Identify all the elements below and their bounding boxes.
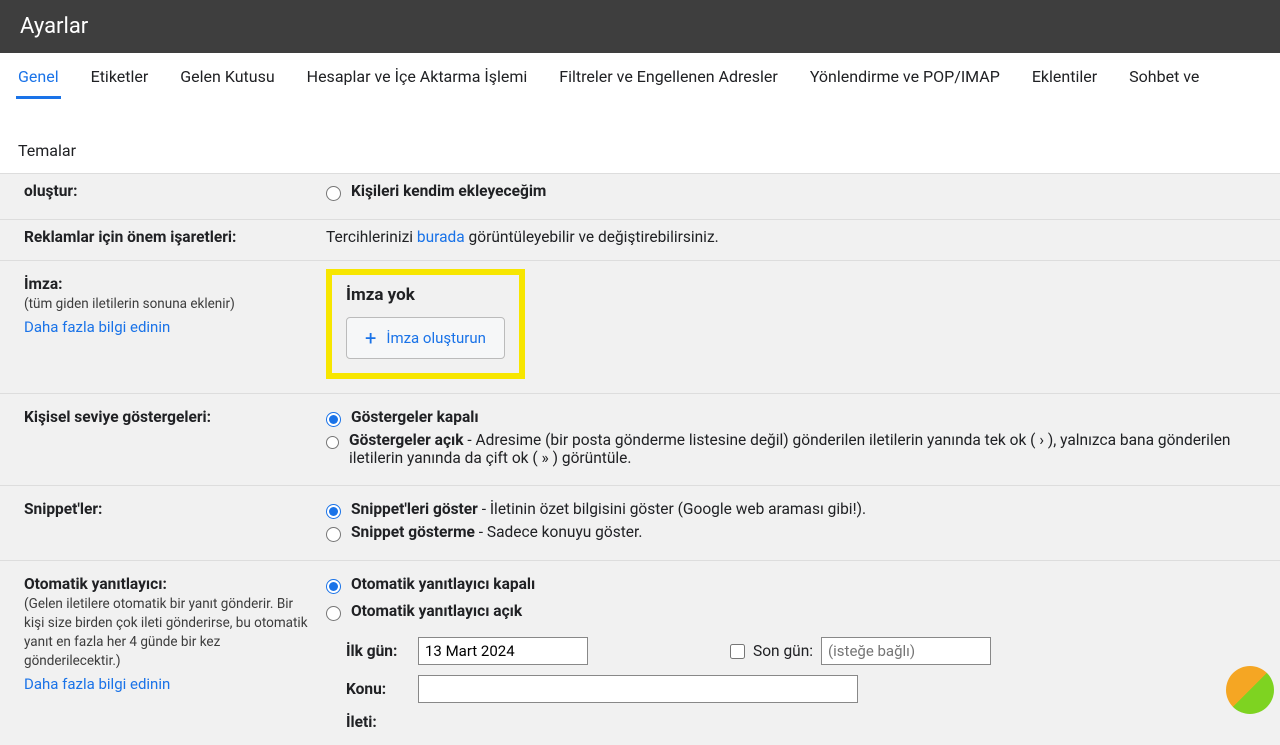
tab-genel[interactable]: Genel (16, 53, 61, 99)
radio-indicators-on-label: Göstergeler açık - Adresime (bir posta g… (349, 431, 1256, 467)
ads-text-prefix: Tercihlerinizi (326, 228, 417, 246)
row-autoresponder: Otomatik yanıtlayıcı: (Gelen iletilere o… (0, 561, 1280, 745)
radio-autoresponder-on[interactable] (326, 606, 341, 621)
radio-autoresponder-off-label: Otomatik yanıtlayıcı kapalı (351, 575, 535, 593)
tabs-bar: Genel Etiketler Gelen Kutusu Hesaplar ve… (0, 53, 1280, 174)
radio-indicators-off[interactable] (326, 412, 341, 427)
radio-autoresponder-off[interactable] (326, 579, 341, 594)
message-label: İleti: (346, 713, 406, 731)
signature-none-text: İmza yok (346, 285, 505, 305)
tab-sohbet[interactable]: Sohbet ve (1127, 53, 1201, 99)
subject-label: Konu: (346, 680, 406, 698)
ads-text-suffix: görüntüleyebilir ve değiştirebilirsiniz. (465, 228, 719, 246)
radio-contacts-manual-label: Kişileri kendim ekleyeceğim (351, 182, 546, 200)
tab-gelen-kutusu[interactable]: Gelen Kutusu (178, 53, 276, 99)
overlay-badge-icon (1226, 666, 1274, 714)
row-snippets: Snippet'ler: Snippet'leri göster - İleti… (0, 486, 1280, 561)
subject-input[interactable] (418, 675, 858, 703)
tab-eklentiler[interactable]: Eklentiler (1030, 53, 1099, 99)
radio-snippets-hide-label: Snippet gösterme - Sadece konuyu göster. (351, 523, 642, 541)
radio-snippets-show[interactable] (326, 504, 341, 519)
first-day-input[interactable] (418, 637, 588, 665)
last-day-label: Son gün: (753, 642, 813, 660)
ads-here-link[interactable]: burada (417, 228, 465, 246)
label-signature: İmza: (24, 275, 314, 293)
first-day-label: İlk gün: (346, 642, 406, 660)
row-indicators: Kişisel seviye göstergeleri: Göstergeler… (0, 394, 1280, 486)
label-contacts-create: oluştur: (24, 182, 314, 200)
tab-hesaplar[interactable]: Hesaplar ve İçe Aktarma İşlemi (305, 53, 530, 99)
tab-temalar[interactable]: Temalar (16, 127, 78, 173)
row-contacts-create: oluştur: Kişileri kendim ekleyeceğim (0, 174, 1280, 220)
label-autoresponder: Otomatik yanıtlayıcı: (24, 575, 314, 593)
radio-indicators-off-label: Göstergeler kapalı (351, 408, 479, 426)
last-day-input[interactable] (821, 637, 991, 665)
tab-yonlendirme[interactable]: Yönlendirme ve POP/IMAP (808, 53, 1002, 99)
label-autoresponder-sub: (Gelen iletilere otomatik bir yanıt gönd… (24, 595, 314, 671)
row-ads: Reklamlar için önem işaretleri: Tercihle… (0, 220, 1280, 261)
create-signature-label: İmza oluşturun (386, 329, 486, 347)
radio-contacts-manual[interactable] (326, 186, 341, 201)
signature-highlight-box: İmza yok + İmza oluşturun (326, 269, 525, 379)
row-signature: İmza: (tüm giden iletilerin sonuna eklen… (0, 261, 1280, 394)
plus-icon: + (365, 328, 376, 348)
radio-snippets-show-label: Snippet'leri göster - İletinin özet bilg… (351, 500, 866, 518)
label-ads: Reklamlar için önem işaretleri: (24, 228, 314, 246)
label-snippets: Snippet'ler: (24, 500, 314, 518)
label-signature-sub: (tüm giden iletilerin sonuna eklenir) (24, 295, 314, 314)
radio-snippets-hide[interactable] (326, 527, 341, 542)
tab-etiketler[interactable]: Etiketler (89, 53, 151, 99)
radio-autoresponder-on-label: Otomatik yanıtlayıcı açık (351, 602, 522, 620)
autoresponder-learn-more-link[interactable]: Daha fazla bilgi edinin (24, 675, 314, 693)
last-day-checkbox[interactable] (730, 644, 745, 659)
label-indicators: Kişisel seviye göstergeleri: (24, 408, 314, 426)
page-title: Ayarlar (0, 0, 1280, 53)
tab-filtreler[interactable]: Filtreler ve Engellenen Adresler (557, 53, 780, 99)
signature-learn-more-link[interactable]: Daha fazla bilgi edinin (24, 318, 314, 336)
create-signature-button[interactable]: + İmza oluşturun (346, 317, 505, 359)
radio-indicators-on[interactable] (326, 435, 339, 450)
